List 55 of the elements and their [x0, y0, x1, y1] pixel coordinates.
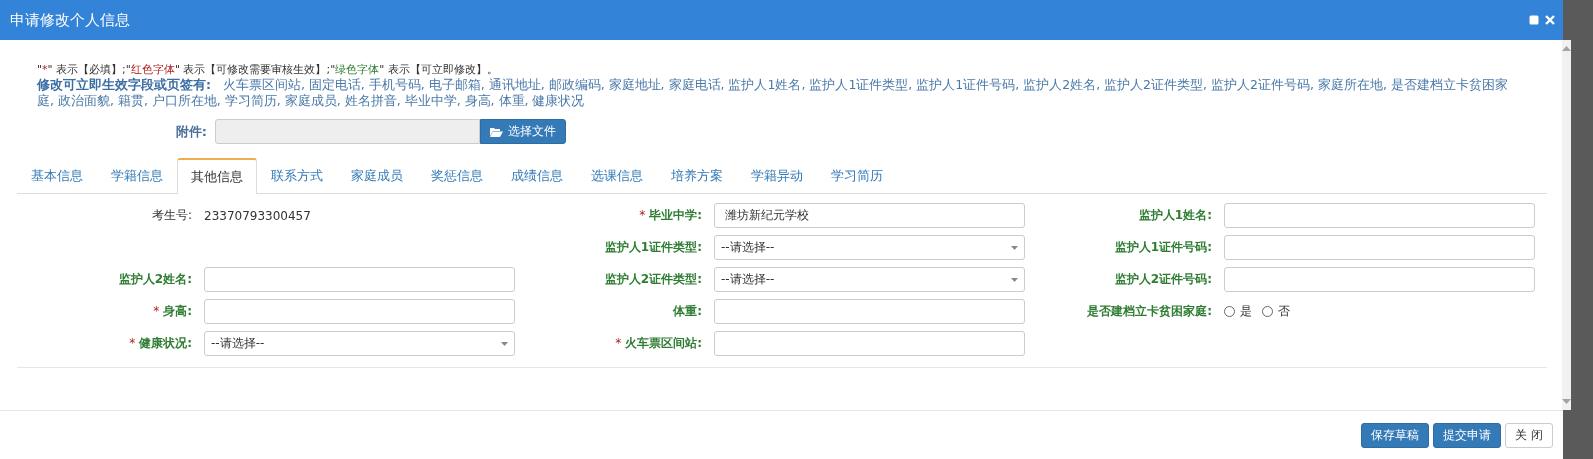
primary-button[interactable]: 提交申请 — [1433, 422, 1502, 448]
select-field[interactable]: --请选择-- — [204, 331, 515, 356]
legend-text: "*" 表示【必填】;"红色字体" 表示【可修改需要审核生效】;"绿色字体" 表示【可立即修改】。 — [37, 62, 499, 77]
scroll-down-icon[interactable] — [1562, 399, 1571, 404]
field-label: 监护人1证件类型: — [603, 239, 702, 256]
field-label: 监护人2姓名: — [117, 271, 192, 288]
select-field[interactable]: --请选择-- — [714, 267, 1025, 292]
caret-icon — [1011, 277, 1018, 282]
field-label: * 身高: — [152, 303, 192, 320]
tab[interactable]: 基本信息 — [17, 158, 97, 194]
text-field[interactable] — [714, 299, 1025, 324]
scroll-up-icon[interactable] — [1562, 46, 1571, 51]
tab[interactable]: 学籍异动 — [737, 158, 817, 194]
text-field[interactable] — [714, 331, 1025, 356]
radio-label: 否 — [1278, 303, 1290, 320]
close-button[interactable]: 关 闭 — [1505, 422, 1553, 448]
tab[interactable]: 培养方案 — [657, 158, 737, 194]
window-title: 申请修改个人信息 — [10, 10, 131, 30]
field-label: * 健康状况: — [128, 335, 192, 352]
field-label: 监护人2证件号码: — [1113, 271, 1212, 288]
tab[interactable]: 成绩信息 — [497, 158, 577, 194]
instant-fields-text: 修改可立即生效字段或页签有: 火车票区间站, 固定电话, 手机号码, 电子邮箱, 通讯地址, 邮政编码, 家庭地址, 家庭电话, 监护人1姓名, 监护人1证件类型, 监护人1证件号码, 监护人2姓名, 监护人2证件类型, 监护人2证件号码, 家庭所在地, 是否建档立卡贫困家庭, 政治面貌, 籍贯, 户口所在地, 学习简历, 家庭成员, 姓名拼音, 毕业中学, 身高, 体重, 健康状况 — [37, 77, 1509, 109]
field-label: 监护人2证件类型: — [603, 271, 702, 288]
caret-icon — [501, 341, 508, 346]
field-label: 是否建档立卡贫困家庭: — [1086, 303, 1212, 320]
tab[interactable]: 奖惩信息 — [417, 158, 497, 194]
tab[interactable]: 选课信息 — [577, 158, 657, 194]
field-label: 监护人1姓名: — [1137, 207, 1212, 224]
folder-icon — [490, 126, 503, 137]
field-label: 体重: — [672, 303, 702, 320]
choose-file-button[interactable]: 选择文件 — [480, 119, 566, 144]
field-label: * 毕业中学: — [638, 207, 702, 224]
select-field[interactable]: --请选择-- — [714, 235, 1025, 260]
tab[interactable]: 学习简历 — [817, 158, 897, 194]
text-field[interactable] — [1224, 267, 1535, 292]
radio-label: 是 — [1240, 303, 1252, 320]
maximize-icon[interactable] — [1529, 15, 1539, 25]
field-label: * 火车票区间站: — [614, 335, 702, 352]
attachment-label: 附件: — [174, 122, 208, 141]
close-icon[interactable] — [1545, 15, 1555, 25]
tab[interactable]: 家庭成员 — [337, 158, 417, 194]
text-field[interactable] — [204, 299, 515, 324]
text-field[interactable]: 潍坊新纪元学校 — [714, 203, 1025, 228]
field-label: 监护人1证件号码: — [1113, 239, 1212, 256]
caret-icon — [1011, 245, 1018, 250]
text-field[interactable] — [204, 267, 515, 292]
text-field[interactable] — [1224, 235, 1535, 260]
primary-button[interactable]: 保存草稿 — [1361, 422, 1430, 448]
tab[interactable]: 其他信息 — [177, 158, 257, 194]
file-field[interactable] — [215, 119, 480, 144]
field-value: 23370793300457 — [204, 208, 311, 223]
field-label: 考生号: — [150, 207, 192, 224]
tab[interactable]: 联系方式 — [257, 158, 337, 194]
text-field[interactable] — [1224, 203, 1535, 228]
tab[interactable]: 学籍信息 — [97, 158, 177, 194]
